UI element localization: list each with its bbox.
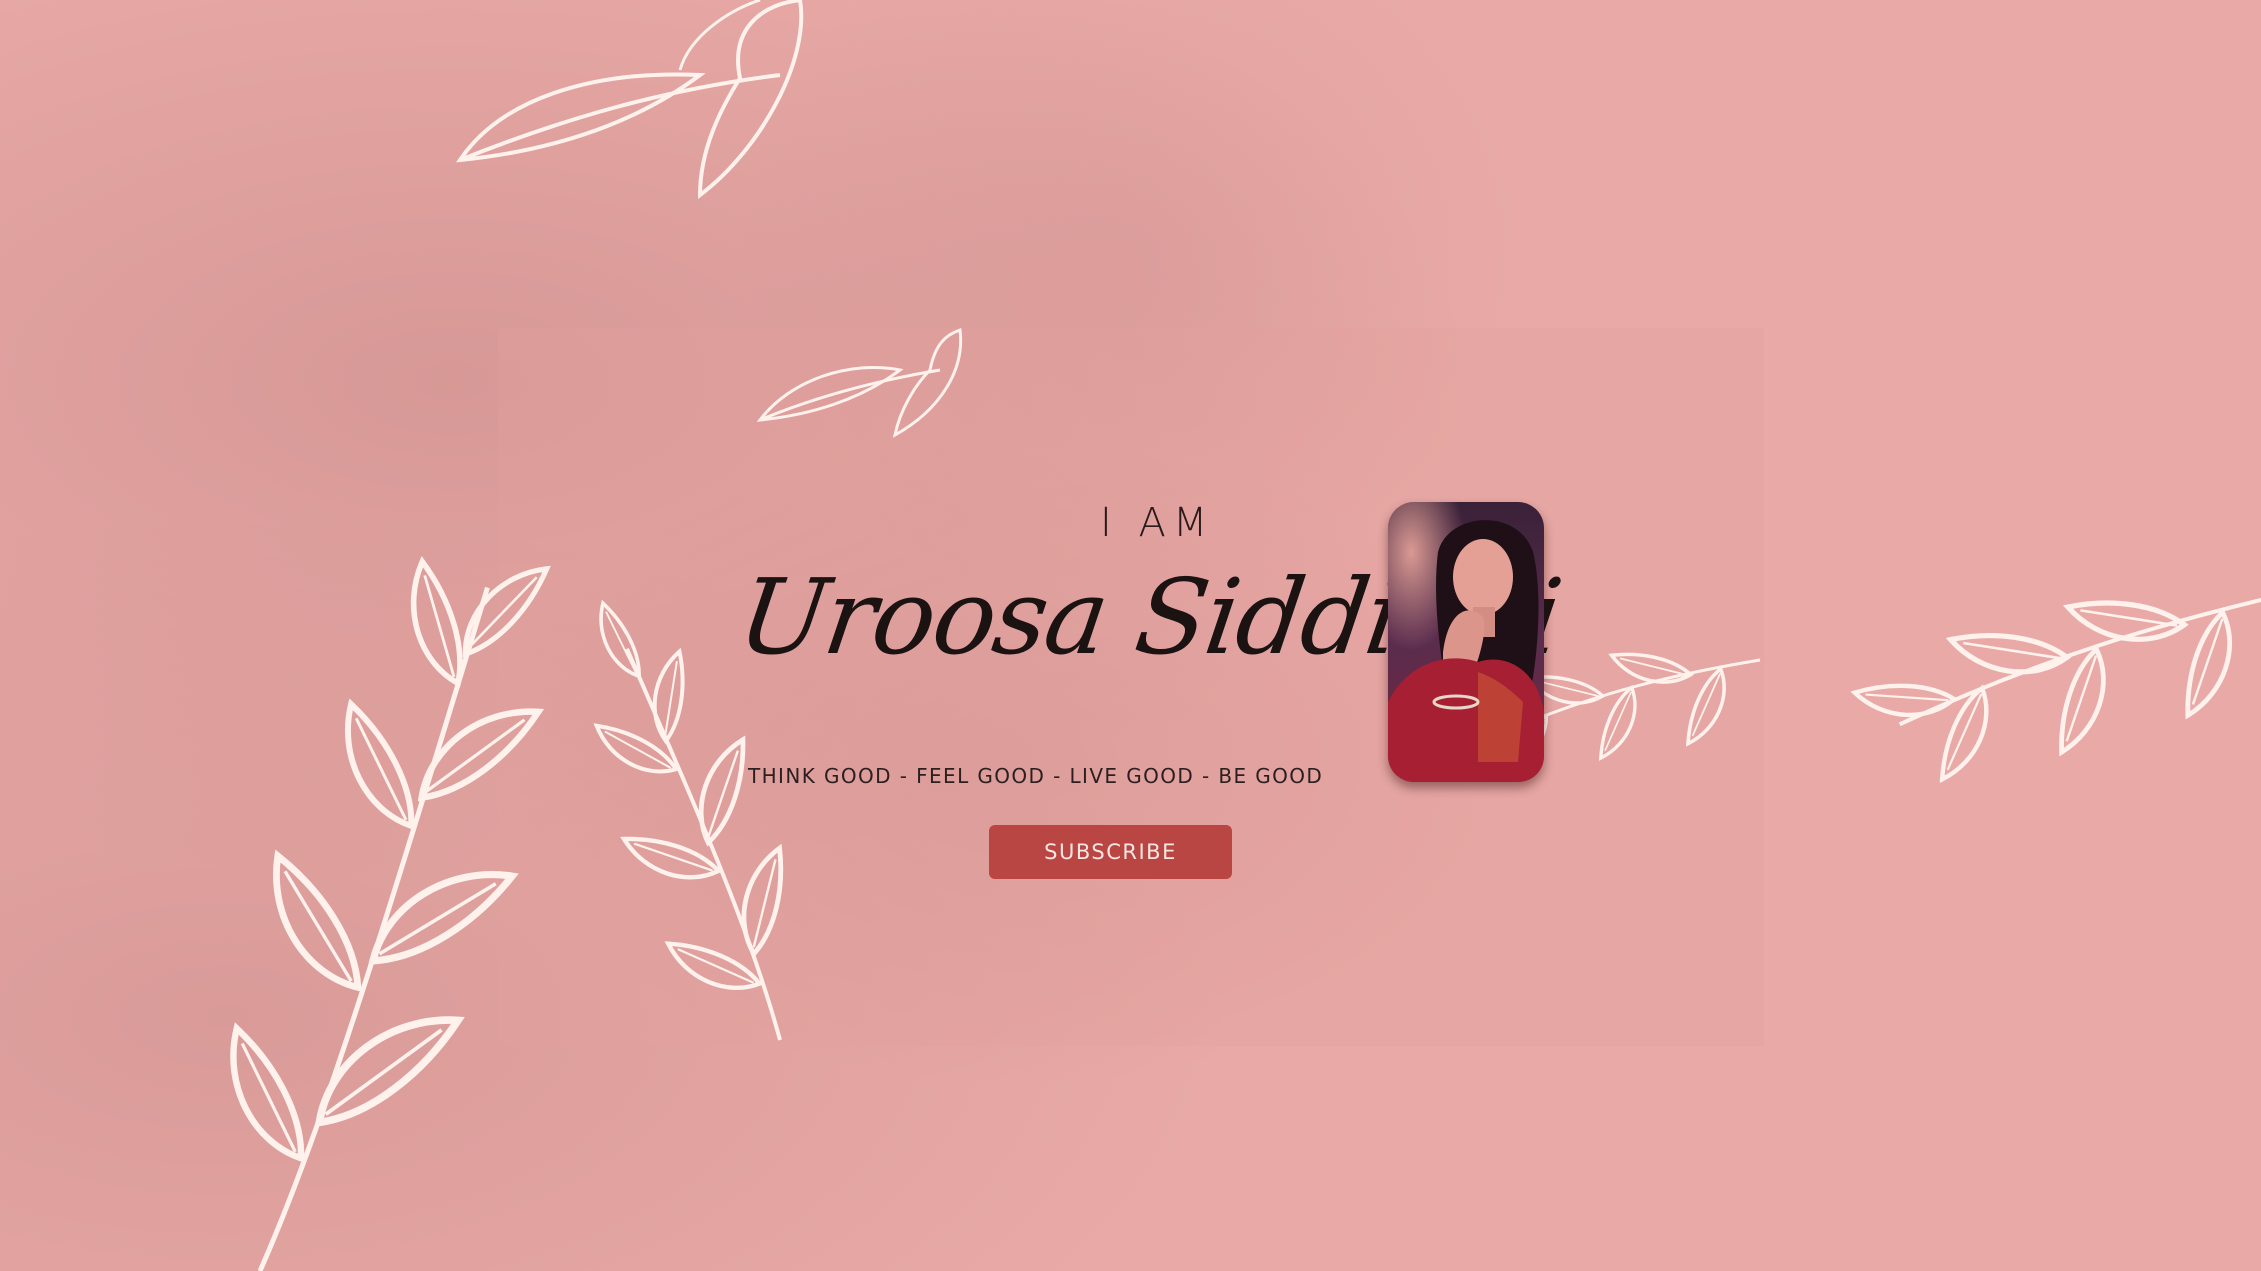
leaf-branch-icon [756,327,963,438]
channel-owner-name: Uroosa Siddiqui [731,556,1568,678]
leaf-branch-icon [455,0,804,200]
portrait-photo-icon [1388,502,1544,782]
intro-text: I AM [1100,500,1215,546]
subscribe-button[interactable]: SUBSCRIBE [989,825,1232,879]
tagline: THINK GOOD - FEEL GOOD - LIVE GOOD - BE … [748,764,1324,788]
leaf-branch-icon [1838,500,2261,853]
leaf-branch-icon [128,503,637,1271]
profile-photo [1388,502,1544,782]
